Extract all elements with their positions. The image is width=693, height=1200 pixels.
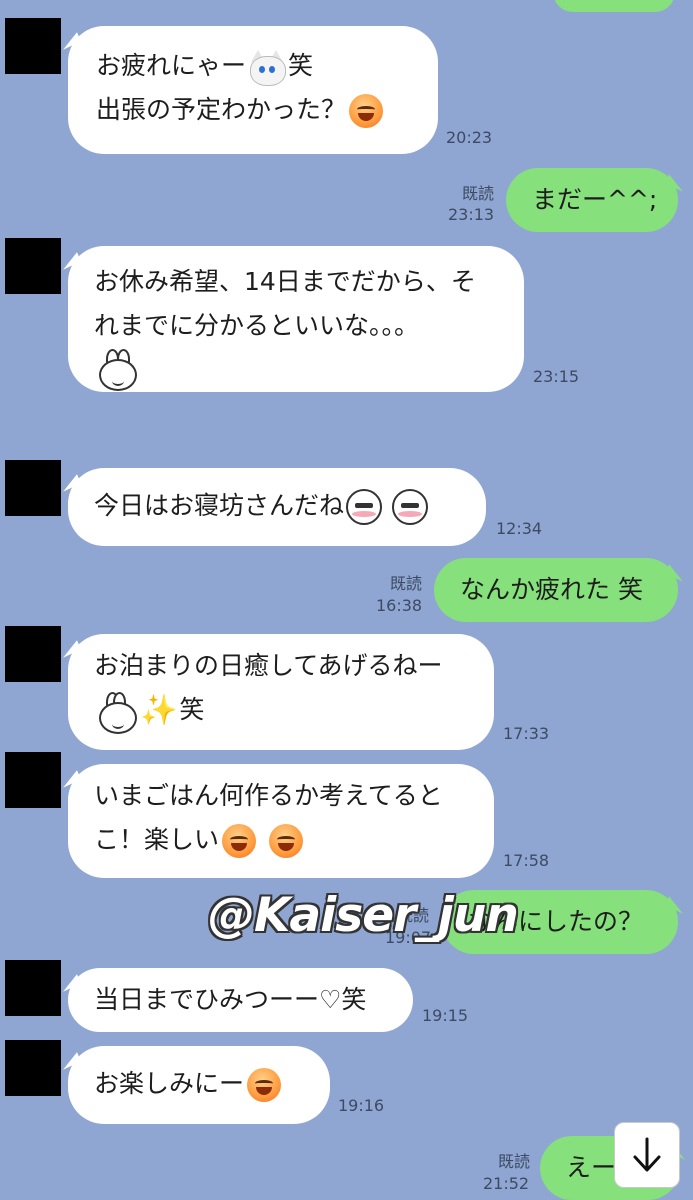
message-text: 今日はお寝坊さんだね xyxy=(94,491,345,520)
watermark-text: @Kaiser_jun xyxy=(208,888,519,943)
message-text: なんか疲れた 笑 xyxy=(460,575,643,604)
message-text: お疲れにゃー xyxy=(96,51,247,80)
message-time: 17:33 xyxy=(503,724,550,743)
message-bubble[interactable]: お疲れにゃー 笑 出張の予定わかった？ xyxy=(68,26,438,154)
message-text: えー xyxy=(566,1153,617,1182)
message-time: 23:15 xyxy=(533,367,580,386)
message-time: 12:34 xyxy=(496,519,543,538)
message-text: お休み希望、14日までだから、そ xyxy=(94,267,476,296)
cat-face-icon xyxy=(248,50,287,86)
message-text: れまでに分かるといいな。。。 xyxy=(94,311,420,340)
grinning-face-icon xyxy=(222,824,257,858)
read-receipt: 既読 xyxy=(462,184,495,203)
message-time: 20:23 xyxy=(446,128,493,147)
message-text: いまごはん何作るか考えてると xyxy=(94,781,443,810)
message-bubble[interactable]: 当日までひみつーー♡笑 xyxy=(68,968,413,1032)
avatar[interactable] xyxy=(5,960,61,1016)
grinning-face-icon xyxy=(349,94,384,128)
message-bubble[interactable]: なんか疲れた 笑 xyxy=(434,558,678,622)
message-text: 出張の予定わかった？ xyxy=(96,95,347,124)
message-text: 当日までひみつーー♡笑 xyxy=(94,985,367,1014)
bunny-sticker-icon xyxy=(97,349,139,393)
arrow-down-icon xyxy=(633,1137,661,1172)
bunny-sticker-icon xyxy=(97,692,137,734)
message-bubble[interactable]: まだー^^; xyxy=(506,168,678,232)
message-time: 17:58 xyxy=(503,851,550,870)
message-time: 19:15 xyxy=(422,1006,469,1025)
avatar[interactable] xyxy=(5,626,61,682)
message-time: 16:38 xyxy=(376,596,423,615)
message-time: 23:13 xyxy=(448,205,495,224)
message-bubble[interactable]: お泊まりの日癒してあげるねー ✨笑 xyxy=(68,634,494,750)
scroll-to-bottom-button[interactable] xyxy=(614,1122,680,1188)
avatar[interactable] xyxy=(5,18,61,74)
outgoing-bubble-partial xyxy=(553,0,675,12)
avatar[interactable] xyxy=(5,752,61,808)
message-bubble[interactable]: 今日はお寝坊さんだね xyxy=(68,468,486,546)
message-text: こ！楽しい xyxy=(94,825,220,854)
grinning-face-icon xyxy=(269,824,304,858)
message-bubble[interactable]: いまごはん何作るか考えてると こ！楽しい xyxy=(68,764,494,878)
blushing-face-icon xyxy=(392,489,429,525)
avatar[interactable] xyxy=(5,460,61,516)
avatar[interactable] xyxy=(5,238,61,294)
message-time: 19:16 xyxy=(338,1096,385,1115)
read-receipt: 既読 xyxy=(498,1152,531,1171)
message-text: まだー^^; xyxy=(532,185,658,214)
grinning-face-icon xyxy=(247,1068,282,1102)
message-bubble[interactable]: お休み希望、14日までだから、そ れまでに分かるといいな。。。 xyxy=(68,246,524,392)
avatar[interactable] xyxy=(5,1040,61,1096)
sparkles-icon: ✨ xyxy=(140,693,178,728)
message-text: 笑 xyxy=(288,51,314,80)
message-text: お泊まりの日癒してあげるねー xyxy=(94,651,443,680)
message-text: 笑 xyxy=(179,695,205,724)
read-receipt: 既読 xyxy=(390,574,423,593)
message-time: 21:52 xyxy=(483,1174,530,1193)
message-bubble[interactable]: お楽しみにー xyxy=(68,1046,330,1124)
message-text: お楽しみにー xyxy=(94,1069,245,1098)
blushing-face-icon xyxy=(346,489,383,525)
